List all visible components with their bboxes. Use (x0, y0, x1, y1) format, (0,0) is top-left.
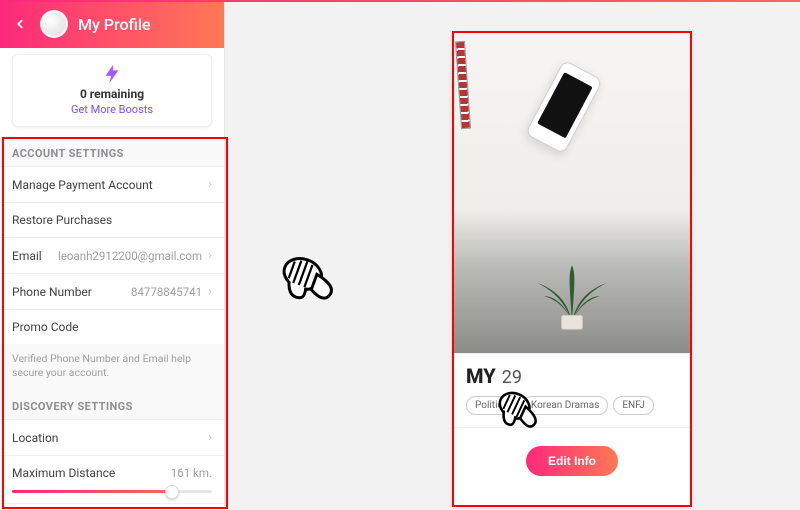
phone-row[interactable]: Phone Number 84778845741 › (0, 273, 224, 309)
interest-chip[interactable]: ENFJ (613, 396, 654, 415)
avatar[interactable] (40, 10, 68, 38)
restore-purchases-label: Restore Purchases (12, 213, 112, 227)
phone-label: Phone Number (12, 285, 92, 299)
boost-card: 0 remaining Get More Boosts (12, 54, 212, 127)
email-label: Email (12, 249, 42, 263)
max-distance-value: 161 km. (171, 466, 212, 480)
get-more-boosts-link[interactable]: Get More Boosts (23, 103, 201, 116)
profile-photo[interactable] (454, 33, 690, 353)
manage-payment-label: Manage Payment Account (12, 178, 153, 192)
chevron-right-icon: › (208, 284, 212, 299)
email-row[interactable]: Email leoanh2912200@gmail.com › (0, 237, 224, 273)
looking-for-row[interactable]: Looking for Men› (0, 503, 224, 510)
back-icon[interactable] (10, 14, 30, 34)
book-decoration (455, 41, 471, 129)
discovery-settings-label: DISCOVERY SETTINGS (0, 390, 224, 419)
distance-slider[interactable] (12, 490, 212, 493)
email-value: leoanh2912200@gmail.com (58, 249, 202, 263)
top-accent-line (0, 0, 800, 2)
max-distance-row[interactable]: Maximum Distance 161 km. (0, 455, 224, 503)
promo-code-label: Promo Code (12, 320, 79, 334)
boost-remaining-text: 0 remaining (23, 87, 201, 101)
promo-code-row[interactable]: Promo Code (0, 309, 224, 344)
page-title: My Profile (78, 15, 151, 34)
chevron-right-icon: › (208, 177, 212, 192)
manage-payment-row[interactable]: Manage Payment Account › (0, 166, 224, 202)
settings-sidebar: My Profile 0 remaining Get More Boosts A… (0, 0, 225, 510)
location-label: Location (12, 431, 58, 445)
restore-purchases-row[interactable]: Restore Purchases (0, 202, 224, 237)
account-settings-label: ACCOUNT SETTINGS (0, 137, 224, 166)
boost-icon (101, 63, 123, 85)
slider-fill (12, 490, 172, 493)
chevron-right-icon: › (208, 248, 212, 263)
pointer-hand-icon (266, 244, 344, 318)
slider-thumb[interactable] (165, 485, 179, 499)
phone-decoration (525, 60, 603, 155)
edit-info-button[interactable]: Edit Info (526, 446, 618, 476)
phone-value: 84778845741 (131, 285, 202, 299)
plant-decoration (527, 261, 617, 331)
sidebar-header: My Profile (0, 0, 224, 48)
location-row[interactable]: Location › (0, 419, 224, 455)
max-distance-label: Maximum Distance (12, 466, 115, 480)
pointer-hand-icon (482, 380, 550, 444)
account-helper-text: Verified Phone Number and Email help sec… (0, 344, 224, 390)
chevron-right-icon: › (208, 430, 212, 445)
